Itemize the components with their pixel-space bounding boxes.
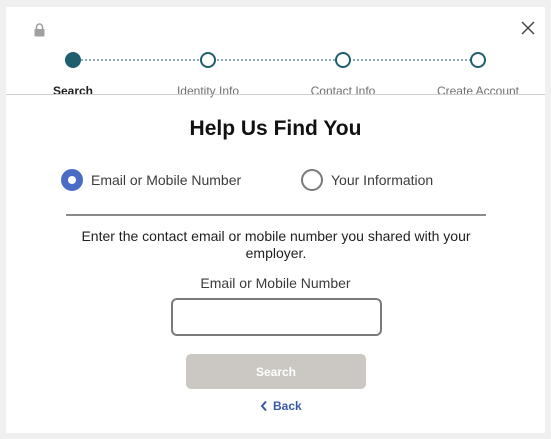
step-marker-contact-info — [335, 52, 351, 68]
radio-selected-icon — [61, 169, 83, 191]
step-label-search: Search — [52, 84, 94, 98]
radio-your-information[interactable]: Your Information — [301, 169, 433, 191]
radio-email-or-mobile[interactable]: Email or Mobile Number — [61, 169, 241, 191]
step-marker-create-account — [470, 52, 486, 68]
header-divider — [6, 94, 545, 95]
stepper-track — [65, 52, 486, 68]
email-or-mobile-label: Email or Mobile Number — [200, 275, 351, 291]
step-marker-identity-info — [200, 52, 216, 68]
step-label-identity-info: Identity Info — [176, 84, 240, 98]
instructions-text: Enter the contact email or mobile number… — [81, 228, 471, 261]
radio-label-your-information: Your Information — [331, 172, 434, 188]
radio-label-email-or-mobile: Email or Mobile Number — [91, 172, 242, 188]
search-button[interactable]: Search — [186, 354, 366, 389]
close-icon[interactable] — [520, 20, 536, 36]
section-divider — [66, 214, 486, 216]
find-account-dialog: Search Identity Info Contact Info Create… — [6, 7, 545, 433]
step-label-create-account: Create Account — [436, 84, 520, 98]
step-label-contact-info: Contact Info — [310, 84, 376, 98]
back-label: Back — [273, 399, 302, 413]
lock-icon — [34, 23, 45, 37]
progress-stepper: Search Identity Info Contact Info Create… — [6, 49, 545, 99]
back-link[interactable]: Back — [260, 398, 302, 414]
chevron-left-icon — [260, 400, 267, 412]
step-marker-search — [65, 52, 81, 68]
radio-unselected-icon — [301, 169, 323, 191]
page-title: Help Us Find You — [189, 117, 362, 140]
email-or-mobile-input[interactable] — [171, 298, 382, 336]
